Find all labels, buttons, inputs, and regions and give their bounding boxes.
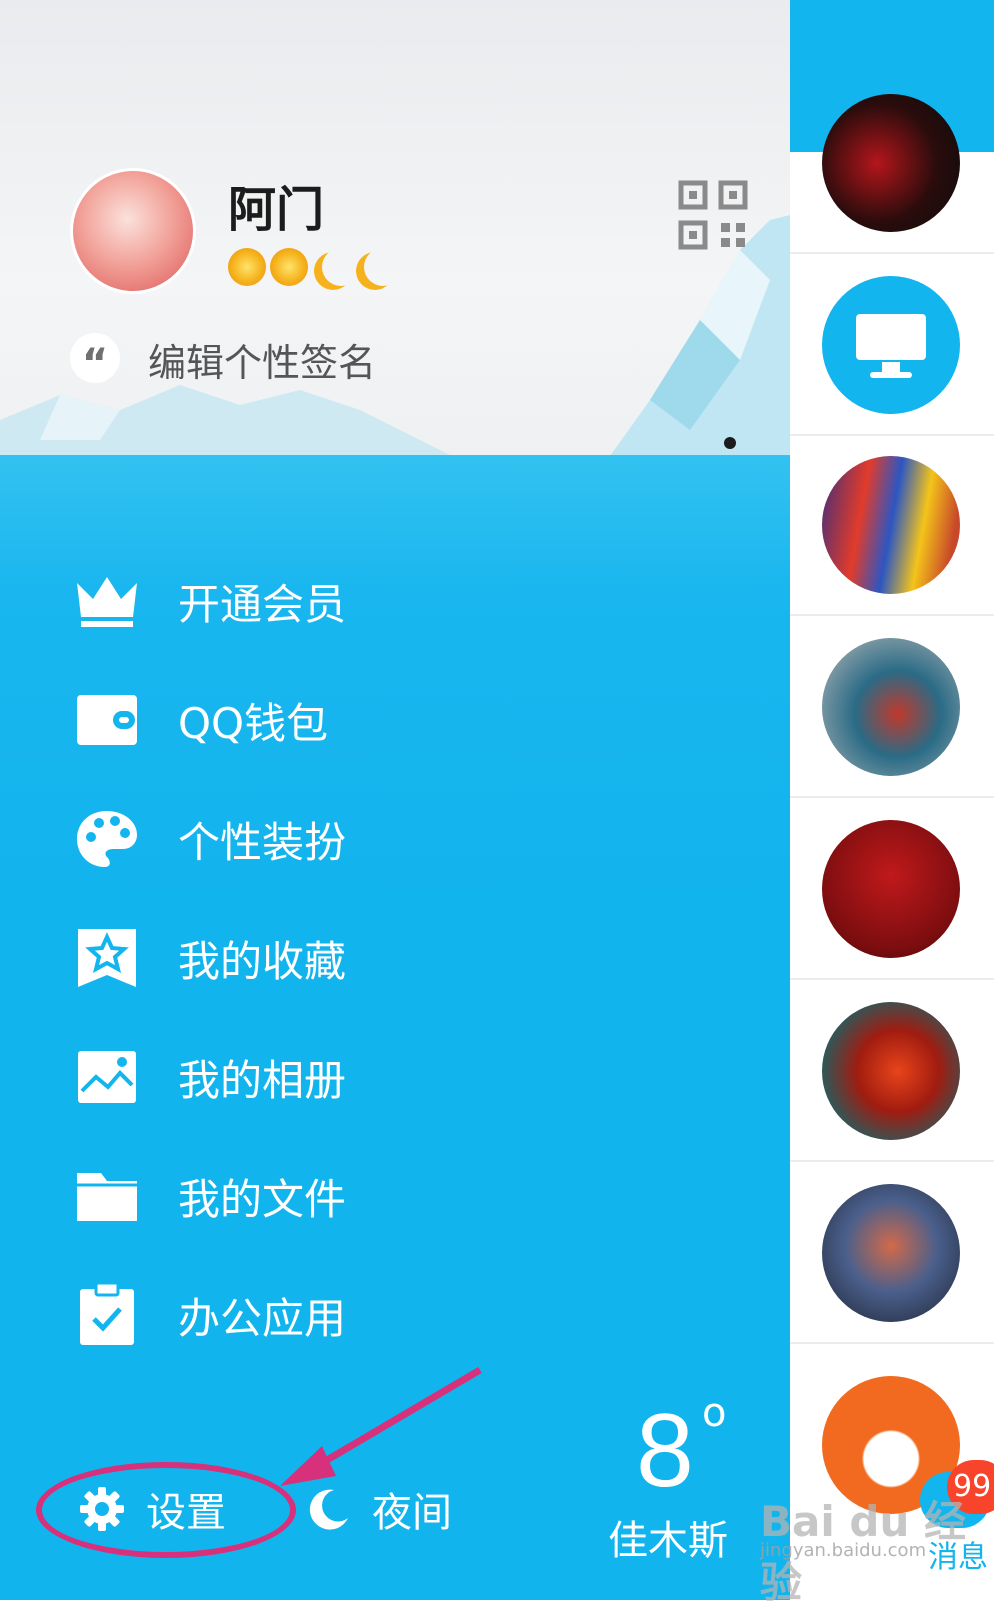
menu-item-office[interactable]: 办公应用 (74, 1270, 574, 1360)
conversation-item[interactable] (790, 1344, 994, 1514)
conversation-item[interactable] (790, 616, 994, 798)
menu-item-theme[interactable]: 个性装扮 (74, 794, 574, 884)
sun-icon (270, 248, 308, 286)
menu-label: 个性装扮 (178, 817, 347, 867)
annotation-arrow (280, 1366, 482, 1486)
menu-item-files[interactable]: 我的文件 (74, 1151, 574, 1241)
weather-city[interactable]: 佳木斯 (608, 1508, 728, 1566)
conversation-item[interactable] (790, 1162, 994, 1344)
user-nickname[interactable]: 阿门 (228, 170, 324, 240)
menu-label: 我的相册 (178, 1055, 347, 1105)
folder-icon (74, 1163, 140, 1229)
avatar (822, 94, 960, 232)
conversation-list: 99 消息 (790, 0, 994, 1600)
user-avatar[interactable] (70, 168, 196, 294)
conversation-item[interactable] (790, 434, 994, 616)
weather-temperature[interactable]: 8 (636, 1392, 694, 1511)
avatar (822, 276, 960, 414)
moon-icon (322, 248, 360, 286)
palette-icon (74, 806, 140, 872)
annotation-ellipse (36, 1462, 296, 1558)
menu-label: 办公应用 (178, 1293, 347, 1343)
bookmark-star-icon (74, 925, 140, 991)
moon-icon (309, 1489, 348, 1530)
menu-label: 我的文件 (178, 1174, 347, 1224)
computer-icon (856, 314, 926, 378)
menu-item-favorites[interactable]: 我的收藏 (74, 913, 574, 1003)
menu-item-vip[interactable]: 开通会员 (74, 556, 574, 646)
conversation-item[interactable] (790, 254, 994, 436)
watermark-url: jingyan.baidu.com (760, 1540, 927, 1561)
qr-code-icon[interactable] (678, 180, 748, 250)
conversation-item[interactable] (790, 798, 994, 980)
avatar (822, 638, 960, 776)
quote-icon: “ (70, 333, 120, 387)
crown-icon (74, 568, 140, 634)
signature-edit[interactable]: 编辑个性签名 (148, 332, 376, 387)
menu-label: QQ钱包 (178, 698, 329, 748)
avatar (822, 1184, 960, 1322)
wallet-icon (74, 687, 140, 753)
conversation-item[interactable] (790, 94, 994, 254)
side-drawer: 阿门 “ 编辑个性签名 开通会员 QQ钱包 个性装扮 我的收藏 我的相册 我的文… (0, 0, 790, 1600)
menu-item-wallet[interactable]: QQ钱包 (74, 675, 574, 765)
conversation-item[interactable] (790, 980, 994, 1162)
clipboard-check-icon (74, 1282, 140, 1348)
degree-symbol: o (702, 1390, 727, 1436)
image-icon (74, 1044, 140, 1110)
avatar (822, 820, 960, 958)
moon-icon (364, 248, 402, 286)
sun-icon (228, 248, 266, 286)
menu-label: 我的收藏 (178, 936, 347, 986)
level-badges[interactable] (228, 248, 392, 286)
avatar (822, 456, 960, 594)
menu-item-album[interactable]: 我的相册 (74, 1032, 574, 1122)
avatar (822, 1002, 960, 1140)
menu-label: 开通会员 (178, 579, 347, 629)
